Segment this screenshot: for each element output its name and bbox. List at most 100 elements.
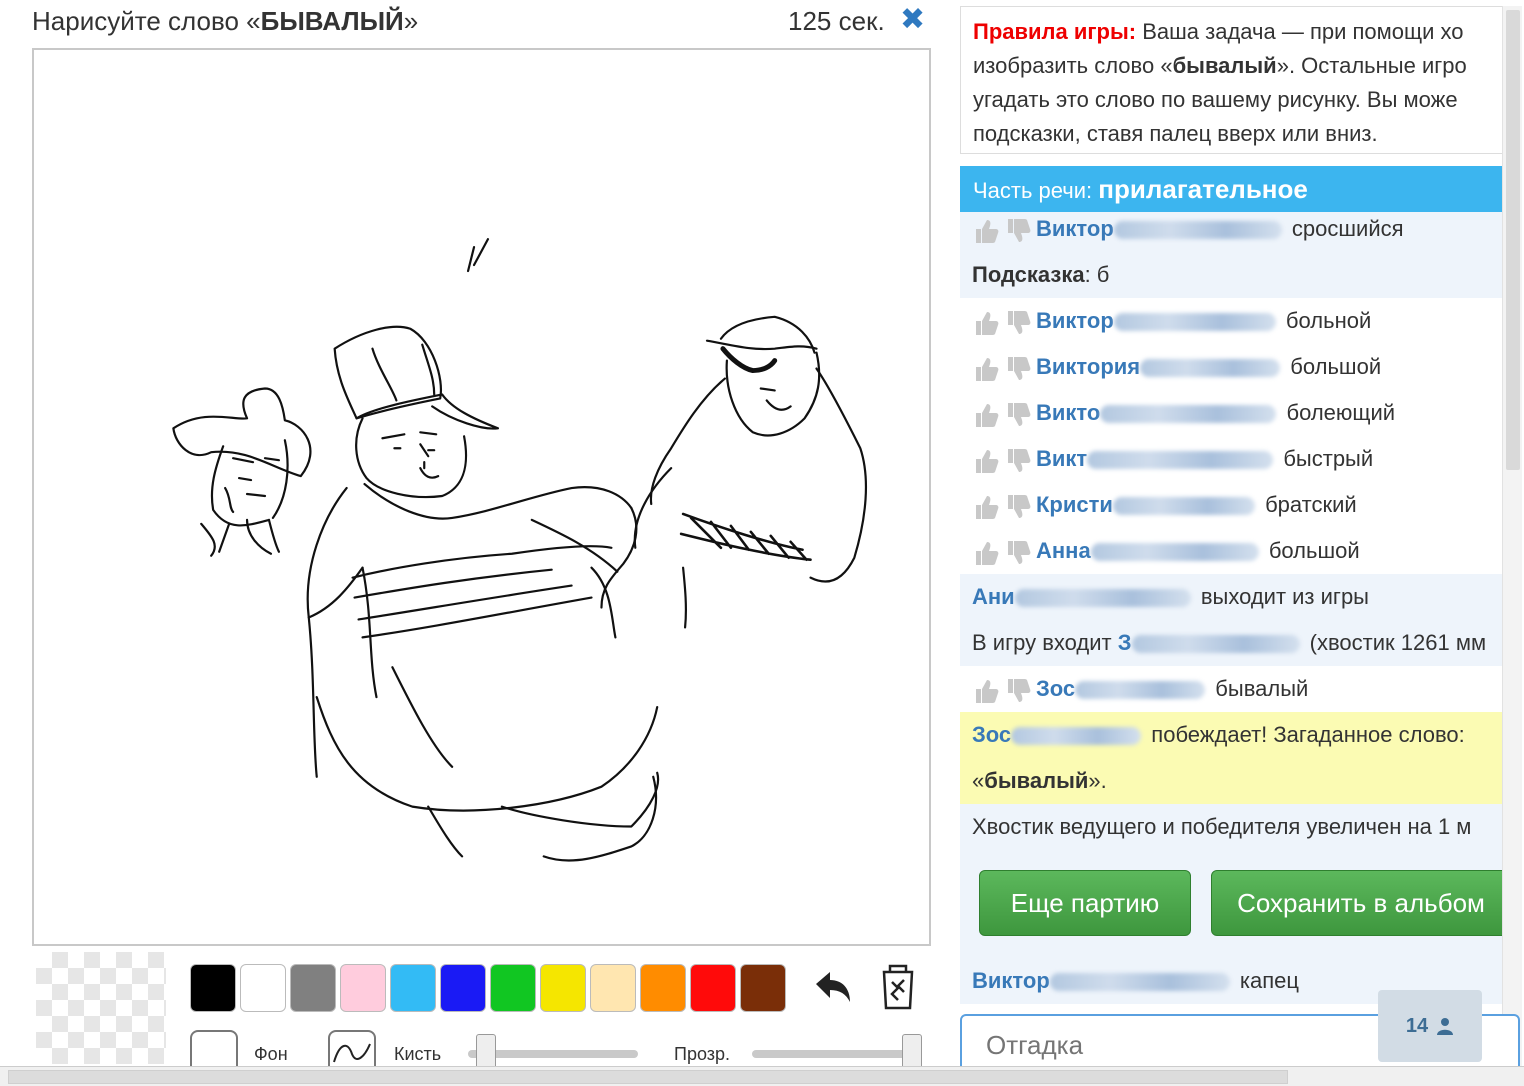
hint-message: Подсказка: б xyxy=(960,252,1503,298)
horizontal-scrollbar-thumb[interactable] xyxy=(8,1070,1288,1084)
chat-scrollbar[interactable] xyxy=(1502,6,1522,1066)
thumbs-down-icon[interactable] xyxy=(1004,309,1032,337)
vote-buttons[interactable] xyxy=(972,675,1036,705)
thumbs-up-icon[interactable] xyxy=(972,677,1000,705)
online-count-badge[interactable]: 14 xyxy=(1378,990,1482,1062)
chat-username[interactable]: Виктор xyxy=(1036,216,1114,241)
color-swatch[interactable] xyxy=(240,964,286,1012)
brush-tool-button[interactable] xyxy=(328,1030,376,1070)
rules-line-4: подсказки, ставя палец вверх или вниз. xyxy=(973,121,1378,146)
system-message: Ани выходит из игры xyxy=(960,574,1503,620)
chat-username[interactable]: Анна xyxy=(1036,538,1091,563)
thumbs-down-icon[interactable] xyxy=(1004,493,1032,521)
vote-buttons[interactable] xyxy=(972,215,1036,245)
close-icon[interactable]: ✖ xyxy=(900,5,925,35)
chat-username[interactable]: Кристи xyxy=(1036,492,1113,517)
vote-buttons[interactable] xyxy=(972,399,1036,429)
color-swatch[interactable] xyxy=(340,964,386,1012)
thumbs-down-icon[interactable] xyxy=(1004,447,1032,475)
chat-username[interactable]: Ани xyxy=(972,584,1015,609)
thumbs-up-icon[interactable] xyxy=(972,401,1000,429)
play-again-button[interactable]: Еще партию xyxy=(979,870,1191,936)
chat-username[interactable]: Виктор xyxy=(972,968,1050,993)
opacity-slider[interactable] xyxy=(752,1050,922,1058)
color-swatch[interactable] xyxy=(690,964,736,1012)
chat-username[interactable]: Викт xyxy=(1036,446,1087,471)
color-swatch[interactable] xyxy=(290,964,336,1012)
quote-open: « xyxy=(972,768,985,793)
vote-buttons[interactable] xyxy=(972,491,1036,521)
color-swatch[interactable] xyxy=(740,964,786,1012)
chat-username[interactable]: З xyxy=(1118,630,1132,655)
vote-buttons[interactable] xyxy=(972,307,1036,337)
thumbs-down-icon[interactable] xyxy=(1004,401,1032,429)
sketch-drawing xyxy=(172,238,868,862)
chat-username[interactable]: Виктория xyxy=(1036,354,1140,379)
opacity-label: Прозр. xyxy=(674,1044,731,1064)
blurred-name xyxy=(1075,681,1206,700)
color-swatch[interactable] xyxy=(640,964,686,1012)
hint-label: Подсказка xyxy=(972,262,1085,287)
blurred-name xyxy=(1090,543,1259,562)
scrollbar-thumb[interactable] xyxy=(1506,10,1520,470)
color-swatch[interactable] xyxy=(440,964,486,1012)
save-to-album-button[interactable]: Сохранить в альбом xyxy=(1211,870,1511,936)
chat-username[interactable]: Виктор xyxy=(1036,308,1114,333)
rules-word: бывалый xyxy=(1172,53,1277,78)
system-text: В игру входит xyxy=(972,630,1112,655)
chat-message: Анна большой xyxy=(960,528,1503,574)
drawing-canvas[interactable] xyxy=(32,48,931,946)
thumbs-down-icon[interactable] xyxy=(1004,217,1032,245)
brush-curve-icon xyxy=(333,1043,371,1063)
task-word: БЫВАЛЫЙ xyxy=(260,6,404,36)
blurred-name xyxy=(1112,497,1255,516)
brush-label: Кисть xyxy=(394,1044,442,1064)
vote-buttons[interactable] xyxy=(972,445,1036,475)
chat-guess: братский xyxy=(1265,492,1357,517)
chat-username[interactable]: Зос xyxy=(1036,676,1075,701)
undo-button[interactable] xyxy=(808,966,856,1010)
chat-guess: бывалый xyxy=(1215,676,1309,701)
trash-icon xyxy=(882,964,914,1010)
background-preview[interactable] xyxy=(36,952,166,1064)
background-tool-button[interactable] xyxy=(190,1030,238,1070)
thumbs-down-icon[interactable] xyxy=(1004,539,1032,567)
chat-panel: Правила игры: Ваша задача — при помощи х… xyxy=(958,0,1524,1086)
color-swatch[interactable] xyxy=(390,964,436,1012)
thumbs-up-icon[interactable] xyxy=(972,309,1000,337)
color-swatch[interactable] xyxy=(590,964,636,1012)
undo-icon xyxy=(816,972,850,1002)
chat-username[interactable]: Викто xyxy=(1036,400,1100,425)
chat-message: Зос бывалый xyxy=(960,666,1503,712)
thumbs-down-icon[interactable] xyxy=(1004,677,1032,705)
quote-close: ». xyxy=(1088,768,1107,793)
chat-guess: большой xyxy=(1268,538,1360,563)
thumbs-up-icon[interactable] xyxy=(972,217,1000,245)
horizontal-scrollbar[interactable] xyxy=(0,1066,1524,1086)
system-message: Хвостик ведущего и победителя увеличен н… xyxy=(960,804,1503,850)
thumbs-up-icon[interactable] xyxy=(972,539,1000,567)
vote-buttons[interactable] xyxy=(972,353,1036,383)
thumbs-up-icon[interactable] xyxy=(972,355,1000,383)
chat-message: Виктория большой xyxy=(960,344,1503,390)
thumbs-down-icon[interactable] xyxy=(1004,355,1032,383)
drawing-panel: Нарисуйте слово «БЫВАЛЫЙ» 125 сек. ✖ Фон… xyxy=(0,0,958,1086)
color-swatch[interactable] xyxy=(540,964,586,1012)
color-palette xyxy=(190,964,786,1012)
brush-size-handle[interactable] xyxy=(475,1034,496,1070)
task-suffix: » xyxy=(403,6,419,36)
opacity-handle[interactable] xyxy=(902,1034,922,1070)
thumbs-up-icon[interactable] xyxy=(972,447,1000,475)
brush-tools: Фон Кисть Прозр. xyxy=(190,1030,930,1070)
vote-buttons[interactable] xyxy=(972,537,1036,567)
chat-username[interactable]: Зос xyxy=(972,722,1011,747)
timer: 125 сек. xyxy=(788,6,885,36)
color-swatch[interactable] xyxy=(490,964,536,1012)
color-swatch[interactable] xyxy=(190,964,236,1012)
game-rules: Правила игры: Ваша задача — при помощи х… xyxy=(960,6,1505,154)
blurred-name xyxy=(1100,405,1277,424)
chat-guess: капец xyxy=(1239,968,1300,993)
chat-message: Викт быстрый xyxy=(960,436,1503,482)
clear-canvas-button[interactable] xyxy=(878,962,918,1010)
thumbs-up-icon[interactable] xyxy=(972,493,1000,521)
